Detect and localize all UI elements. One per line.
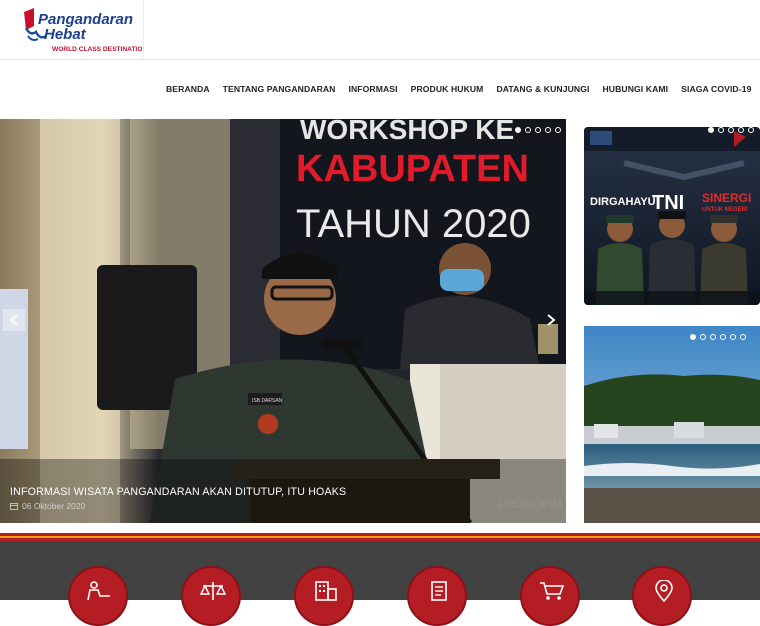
- slider-prev-button[interactable]: [3, 309, 25, 331]
- slider-dot[interactable]: [730, 334, 736, 340]
- pangandaran-hebat-logo[interactable]: Pangandaran Hebat WORLD CLASS DESTINATIO…: [22, 6, 142, 54]
- slider-dot[interactable]: [710, 334, 716, 340]
- tni-banner-tni: TNI: [652, 192, 684, 214]
- service-button-perizinan[interactable]: [294, 566, 354, 626]
- nav-item-datang-kunjungi[interactable]: DATANG & KUNJUNGI: [496, 84, 589, 94]
- slider-dot[interactable]: [718, 127, 724, 133]
- side-banner-beach[interactable]: [584, 326, 760, 523]
- slider-dot[interactable]: [690, 334, 696, 340]
- slider-dot[interactable]: [708, 127, 714, 133]
- nav-item-beranda[interactable]: BERANDA: [166, 84, 210, 94]
- header-divider: [143, 0, 144, 60]
- slider-dot[interactable]: [740, 334, 746, 340]
- side-banner2-dots: [690, 334, 746, 340]
- nav-item-tentang-pangandaran[interactable]: TENTANG PANGANDARAN: [223, 84, 336, 94]
- main-news-slider[interactable]: WORKSHOP KE KABUPATEN TAHUN 2020 ISB DAR…: [0, 119, 566, 523]
- svg-text:Hebat: Hebat: [44, 26, 87, 43]
- beach-banner-image: [584, 326, 760, 523]
- tni-banner-sinergi-sub: UNTUK NEGERI: [702, 207, 748, 213]
- news-date-text: 06 Oktober 2020: [22, 501, 86, 511]
- nav-item-produk-hukum[interactable]: PRODUK HUKUM: [411, 84, 484, 94]
- side-banner-tni[interactable]: DIRGAHAYU TNI SINERGI UNTUK NEGERI: [584, 127, 760, 305]
- cart-icon: [540, 582, 565, 600]
- banner-text-1: WORKSHOP KE: [300, 119, 514, 145]
- svg-text:WORLD CLASS DESTINATION: WORLD CLASS DESTINATION: [52, 46, 142, 53]
- nameplate-text: ISB DARSAN: [252, 398, 283, 404]
- slider-dot[interactable]: [545, 127, 551, 133]
- service-button-belanja[interactable]: [520, 566, 580, 626]
- site-header: Pangandaran Hebat WORLD CLASS DESTINATIO…: [0, 0, 760, 60]
- location-pin-icon: [655, 580, 673, 602]
- nav-item-hubungi-kami[interactable]: HUBUNGI KAMI: [602, 84, 668, 94]
- service-button-pelayanan[interactable]: [68, 566, 128, 626]
- main-slider-dots: [515, 127, 561, 133]
- chevron-right-icon: [547, 314, 556, 326]
- nav-item-informasi[interactable]: INFORMASI: [349, 84, 398, 94]
- tni-banner-sinergi: SINERGI: [702, 191, 751, 205]
- side-banner1-dots: [708, 127, 754, 133]
- slider-dot[interactable]: [748, 127, 754, 133]
- slider-dot[interactable]: [720, 334, 726, 340]
- service-button-dokumen[interactable]: [407, 566, 467, 626]
- chevron-left-icon: [9, 314, 18, 326]
- service-button-lokasi[interactable]: [632, 566, 692, 626]
- slider-photo: WORKSHOP KE KABUPATEN TAHUN 2020 ISB DAR…: [0, 119, 566, 523]
- tni-banner-image: DIRGAHAYU TNI SINERGI UNTUK NEGERI: [584, 127, 760, 305]
- banner-text-3: TAHUN 2020: [296, 202, 531, 246]
- slider-dot[interactable]: [700, 334, 706, 340]
- slider-dot[interactable]: [555, 127, 561, 133]
- nav-item-siaga-covid[interactable]: SIAGA COVID-19: [681, 84, 751, 94]
- service-button-hukum[interactable]: [181, 566, 241, 626]
- person-desk-icon: [87, 581, 110, 601]
- news-caption-title[interactable]: INFORMASI WISATA PANGANDARAN AKAN DITUTU…: [10, 486, 346, 498]
- building-icon: [315, 581, 337, 601]
- slider-dot[interactable]: [738, 127, 744, 133]
- slider-next-button[interactable]: [540, 309, 562, 331]
- calendar-icon: [10, 503, 18, 510]
- tni-banner-dirgahayu: DIRGAHAYU: [590, 196, 656, 208]
- main-nav: BERANDA TENTANG PANGANDARAN INFORMASI PR…: [166, 84, 760, 94]
- slider-dot[interactable]: [728, 127, 734, 133]
- slider-dot[interactable]: [515, 127, 521, 133]
- scales-icon: [199, 582, 227, 600]
- banner-text-2: KABUPATEN: [296, 148, 529, 190]
- slider-dot[interactable]: [535, 127, 541, 133]
- news-caption-date: 06 Oktober 2020: [10, 501, 85, 511]
- slider-dot[interactable]: [525, 127, 531, 133]
- document-icon: [431, 581, 447, 601]
